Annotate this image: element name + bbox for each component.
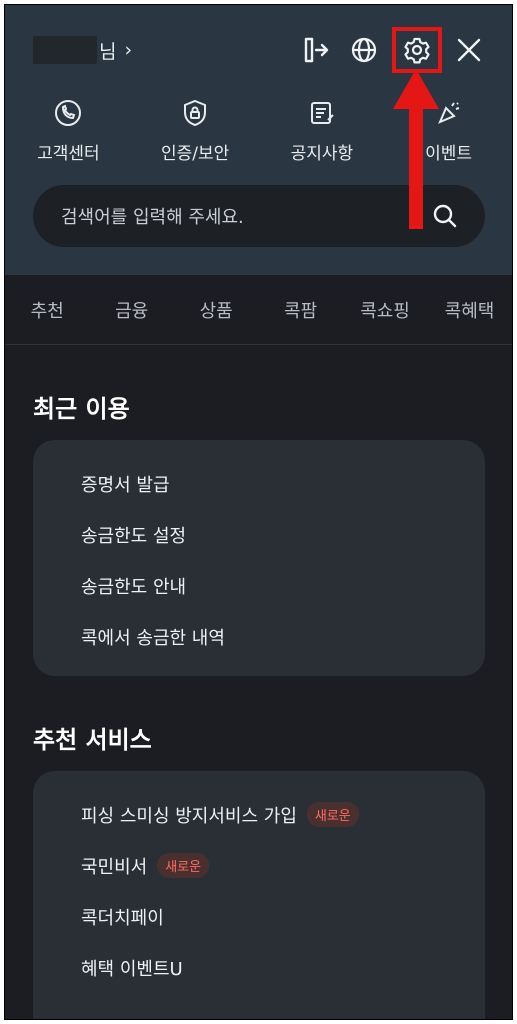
tab-finance[interactable]: 금융 <box>89 297 173 323</box>
recommend-item-label: 콕더치페이 <box>81 907 164 929</box>
tab-kokbenefit[interactable]: 콕혜택 <box>427 297 511 323</box>
user-name-suffix: 님 <box>99 40 117 63</box>
header-area: 님 › 고객센터 인증/보안 공지사항 이벤트 검색어를 입력해 주세요. <box>5 5 512 275</box>
user-profile-link[interactable]: 님 › <box>33 35 132 65</box>
redacted-user-name <box>33 36 97 64</box>
tab-kokshopping[interactable]: 콕쇼핑 <box>343 297 427 323</box>
chevron-right-icon: › <box>124 39 133 61</box>
recent-card: 증명서 발급 송금한도 설정 송금한도 안내 콕에서 송금한 내역 <box>33 440 485 676</box>
app-frame: 님 › 고객센터 인증/보안 공지사항 이벤트 검색어를 입력해 주세요. 추천… <box>4 4 513 1020</box>
recent-section-title: 최근 이용 <box>33 395 130 423</box>
recommend-item-phishing[interactable]: 피싱 스미싱 방지서비스 가입 새로운 <box>33 789 485 840</box>
close-icon[interactable] <box>450 31 488 69</box>
new-badge: 새로운 <box>157 853 210 878</box>
recent-item-transfer-limit-setting[interactable]: 송금한도 설정 <box>33 509 485 560</box>
tab-kokfarm[interactable]: 콕팜 <box>258 297 342 323</box>
recommend-item-label: 국민비서 <box>81 856 148 878</box>
quick-item-label: 공지사항 <box>290 144 354 164</box>
recommend-item-dutch-pay[interactable]: 콕더치페이 <box>33 891 485 942</box>
recommend-section-title: 추천 서비스 <box>33 726 152 754</box>
top-bar: 님 › <box>5 27 512 73</box>
search-placeholder: 검색어를 입력해 주세요. <box>61 207 244 228</box>
recent-item-transfer-history[interactable]: 콕에서 송금한 내역 <box>33 611 485 662</box>
new-badge: 새로운 <box>306 802 359 827</box>
recommend-card: 피싱 스미싱 방지서비스 가입 새로운 국민비서 새로운 콕더치페이 혜택 이벤… <box>33 771 485 1019</box>
recent-item-certificate[interactable]: 증명서 발급 <box>33 458 485 509</box>
logout-icon[interactable] <box>295 31 333 69</box>
recommend-item-benefit-event[interactable]: 혜택 이벤트U <box>33 942 485 993</box>
quick-item-label: 고객센터 <box>37 144 100 164</box>
recommend-item-gov-secretary[interactable]: 국민비서 새로운 <box>33 840 485 891</box>
notice-icon <box>306 97 338 129</box>
recommend-item-label: 혜택 이벤트U <box>81 958 183 980</box>
shield-lock-icon <box>179 97 211 129</box>
category-tabs: 추천 금융 상품 콕팜 콕쇼핑 콕혜택 <box>5 275 512 345</box>
quick-item-label: 인증/보안 <box>160 144 230 164</box>
globe-icon[interactable] <box>345 31 383 69</box>
red-arrow-annotation <box>393 69 439 229</box>
tab-products[interactable]: 상품 <box>174 297 258 323</box>
quick-item-customer-center[interactable]: 고객센터 <box>5 97 132 177</box>
quick-item-auth-security[interactable]: 인증/보안 <box>132 97 259 177</box>
tab-recommend[interactable]: 추천 <box>5 297 89 323</box>
phone-icon <box>52 97 84 129</box>
recent-item-transfer-limit-guide[interactable]: 송금한도 안내 <box>33 560 485 611</box>
quick-item-notice[interactable]: 공지사항 <box>259 97 386 177</box>
settings-highlight-box <box>392 27 442 73</box>
recommend-item-label: 피싱 스미싱 방지서비스 가입 <box>81 805 297 827</box>
